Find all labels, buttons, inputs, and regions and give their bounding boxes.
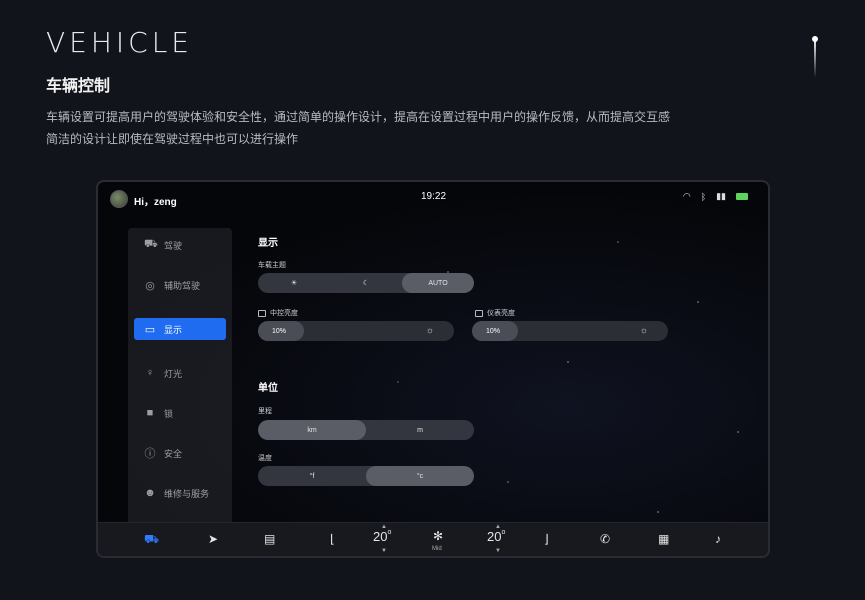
unit-celsius-option[interactable]: °c <box>366 466 474 486</box>
car-icon: ⛟ <box>144 238 158 250</box>
lock-icon: ■ <box>146 407 154 419</box>
sidebar-item-display[interactable]: ▭ 显示 <box>134 318 226 340</box>
sidebar-item-label: 显示 <box>164 324 183 335</box>
unit-km-option[interactable]: km <box>258 420 366 440</box>
left-temperature[interactable]: 20o <box>373 529 391 544</box>
scroll-indicator[interactable] <box>812 36 818 78</box>
sun-icon: ☼ <box>425 325 434 335</box>
signal-icon: ▮▮ <box>716 191 726 201</box>
center-brightness-text: 中控亮度 <box>270 310 298 317</box>
avatar[interactable] <box>110 190 128 208</box>
page-title-cn: 车辆控制 <box>46 78 111 95</box>
distance-unit-selector[interactable]: km m <box>258 420 474 440</box>
sidebar-item-drive[interactable]: ⛟ 驾驶 <box>134 234 226 256</box>
right-temperature[interactable]: 20o <box>487 529 505 544</box>
theme-night-option[interactable]: ☾ <box>330 273 402 293</box>
theme-selector[interactable]: ☀ ☾ AUTO <box>258 273 474 293</box>
navigation-icon[interactable]: ➤ <box>208 532 218 546</box>
description-line: 简洁的设计让即使在驾驶过程中也可以进行操作 <box>46 132 299 146</box>
display-section-title: 显示 <box>258 238 278 249</box>
apps-grid-icon[interactable]: ▦ <box>658 532 669 546</box>
unit-m-option[interactable]: m <box>366 420 474 440</box>
sidebar-item-lock[interactable]: ■ 锁 <box>134 402 226 424</box>
greeting: Hi，zeng <box>134 197 177 208</box>
fan-level-caption: Mid <box>432 546 442 552</box>
dash-brightness-slider[interactable]: 10% ☼ <box>472 321 668 341</box>
unit-fahrenheit-option[interactable]: °f <box>258 466 366 486</box>
phone-icon[interactable]: ✆ <box>600 532 610 546</box>
left-temperature-value: 20 <box>373 529 388 544</box>
degree-mark: o <box>501 529 506 536</box>
right-temperature-value: 20 <box>487 529 502 544</box>
screen-icon <box>475 309 483 317</box>
temperature-unit-selector[interactable]: °f °c <box>258 466 474 486</box>
center-brightness-label: 中控亮度 <box>258 308 298 318</box>
theme-auto-option[interactable]: AUTO <box>402 273 474 293</box>
sidebar-item-label: 安全 <box>164 448 183 459</box>
service-icon: ☻ <box>144 487 156 499</box>
sidebar-item-label: 驾驶 <box>164 240 183 251</box>
chevron-down-icon[interactable]: ▼ <box>495 548 501 554</box>
sidebar-item-label: 维修与服务 <box>164 488 210 499</box>
status-bar: Hi，zeng 19:22 ◠ ᛒ ▮▮ <box>98 182 768 216</box>
sidebar-item-label: 辅助驾驶 <box>164 280 201 291</box>
bulb-icon: ♀ <box>145 367 155 379</box>
car-icon[interactable]: ⛟ <box>144 532 159 548</box>
fan-icon[interactable]: ✻ <box>433 529 443 543</box>
settings-sidebar: ⛟ 驾驶 ◎ 辅助驾驶 ▭ 显示 ♀ 灯光 ■ 锁 ⓘ 安全 ☻ 维修与服务 <box>128 228 232 526</box>
distance-label: 里程 <box>258 406 272 416</box>
page-description: 车辆设置可提高用户的驾驶体验和安全性，通过简单的操作设计，提高在设置过程中用户的… <box>46 106 746 150</box>
temperature-label-text: 温度 <box>258 455 272 462</box>
dash-brightness-text: 仪表亮度 <box>487 310 515 317</box>
slider-fill[interactable]: 10% <box>472 321 518 341</box>
sidebar-item-assist[interactable]: ◎ 辅助驾驶 <box>134 274 226 296</box>
theme-day-option[interactable]: ☀ <box>258 273 330 293</box>
theme-label-text: 车载主题 <box>258 262 286 269</box>
right-seat-icon[interactable]: ⌋ <box>544 532 549 546</box>
defrost-icon[interactable]: ▤ <box>264 532 275 546</box>
bottom-dock: ⛟ ➤ ▤ ⌊ ▲ 20o ▼ ✻ Mid ▲ 20o ▼ ⌋ ✆ ▦ ♪ <box>98 522 768 556</box>
sidebar-item-service[interactable]: ☻ 维修与服务 <box>134 482 226 504</box>
clock: 19:22 <box>421 191 447 202</box>
sidebar-item-lights[interactable]: ♀ 灯光 <box>134 362 226 384</box>
chevron-down-icon[interactable]: ▼ <box>381 548 387 554</box>
steering-wheel-icon: ◎ <box>145 279 155 292</box>
page-title-en: VEHICLE <box>46 26 193 59</box>
sun-icon: ☼ <box>639 325 648 335</box>
battery-icon <box>736 193 748 200</box>
sidebar-item-label: 灯光 <box>164 368 183 379</box>
theme-label: 车载主题 <box>258 260 286 270</box>
temperature-label: 温度 <box>258 453 272 463</box>
wifi-icon: ◠ <box>682 191 691 201</box>
music-icon[interactable]: ♪ <box>715 532 721 546</box>
center-brightness-slider[interactable]: 10% ☼ <box>258 321 454 341</box>
sidebar-item-safety[interactable]: ⓘ 安全 <box>134 442 226 464</box>
left-seat-icon[interactable]: ⌊ <box>330 532 335 546</box>
alert-icon: ⓘ <box>144 448 156 460</box>
description-line: 车辆设置可提高用户的驾驶体验和安全性，通过简单的操作设计，提高在设置过程中用户的… <box>46 110 671 124</box>
bluetooth-icon: ᛒ <box>700 191 707 202</box>
sidebar-item-label: 锁 <box>164 408 174 419</box>
degree-mark: o <box>387 529 392 536</box>
dash-brightness-label: 仪表亮度 <box>475 308 515 318</box>
vehicle-screen: Hi，zeng 19:22 ◠ ᛒ ▮▮ ⛟ 驾驶 ◎ 辅助驾驶 ▭ 显示 ♀ … <box>96 180 770 558</box>
slider-fill[interactable]: 10% <box>258 321 304 341</box>
screen-icon <box>258 309 266 317</box>
units-section-title: 单位 <box>258 383 278 394</box>
display-icon: ▭ <box>144 323 156 336</box>
distance-label-text: 里程 <box>258 408 272 415</box>
